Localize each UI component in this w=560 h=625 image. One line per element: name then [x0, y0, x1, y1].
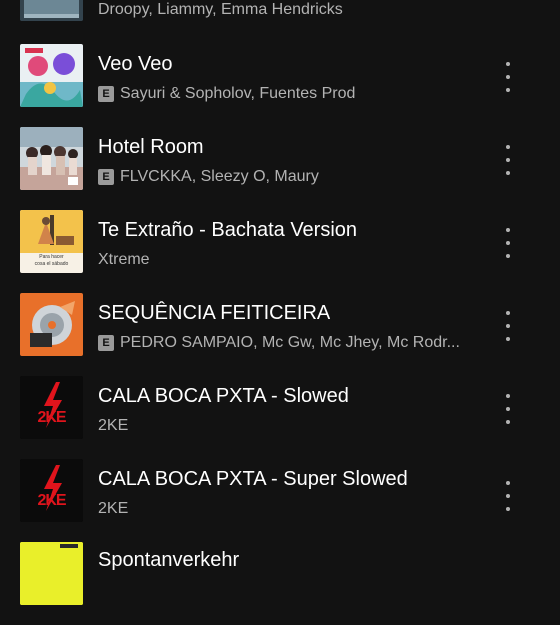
track-title: SEQUÊNCIA FEITICEIRA: [98, 302, 331, 324]
track-title: Veo Veo: [98, 53, 173, 75]
track-artists: E PEDRO SAMPAIO, Mc Gw, Mc Jhey, Mc Rodr…: [98, 333, 460, 353]
track-artists: Xtreme: [98, 250, 150, 270]
album-art: 2KE: [20, 376, 83, 439]
track-row[interactable]: Droopy, Liammy, Emma Hendricks: [0, 0, 560, 41]
track-title: Hotel Room: [98, 136, 204, 158]
artists-text: 2KE: [98, 500, 129, 517]
track-row[interactable]: SEQUÊNCIA FEITICEIRA E PEDRO SAMPAIO, Mc…: [0, 293, 560, 376]
album-art: [20, 293, 83, 356]
track-artists: E Sayuri & Sopholov, Fuentes Prod: [98, 84, 355, 104]
art-caption-line1: Para hacer: [39, 254, 64, 260]
track-row[interactable]: 2KE CALA BOCA PXTA - Slowed 2KE: [0, 376, 560, 459]
track-row[interactable]: Hotel Room E FLVCKKA, Sleezy O, Maury: [0, 127, 560, 210]
album-art: 2KE: [20, 459, 83, 522]
artists-text: Sayuri & Sopholov, Fuentes Prod: [120, 85, 356, 102]
track-list: Droopy, Liammy, Emma Hendricks Veo Veo E…: [0, 0, 560, 605]
track-title: CALA BOCA PXTA - Super Slowed: [98, 468, 408, 490]
album-art: [20, 0, 83, 21]
more-options-icon[interactable]: [496, 228, 520, 258]
album-art: [20, 542, 83, 605]
track-artists: E FLVCKKA, Sleezy O, Maury: [98, 167, 319, 187]
art-caption-line2: cosa el sábado: [34, 261, 69, 267]
explicit-badge: E: [98, 335, 114, 351]
album-art: [20, 127, 83, 190]
track-row[interactable]: Veo Veo E Sayuri & Sopholov, Fuentes Pro…: [0, 44, 560, 127]
track-title: Spontanverkehr: [98, 549, 240, 571]
album-art: [20, 44, 83, 107]
artists-text: PEDRO SAMPAIO, Mc Gw, Mc Jhey, Mc Rodr..…: [120, 334, 460, 351]
track-title: Te Extraño - Bachata Version: [98, 219, 358, 241]
more-options-icon[interactable]: [496, 311, 520, 341]
artists-text: FLVCKKA, Sleezy O, Maury: [120, 168, 319, 185]
art-logo-text: 2KE: [37, 492, 66, 509]
explicit-badge: E: [98, 86, 114, 102]
album-art: Para hacer cosa el sábado: [20, 210, 83, 273]
track-row[interactable]: Para hacer cosa el sábado Te Extraño - B…: [0, 210, 560, 293]
more-options-icon[interactable]: [496, 481, 520, 511]
track-row[interactable]: Spontanverkehr: [0, 542, 560, 625]
artists-text: Droopy, Liammy, Emma Hendricks: [98, 1, 343, 18]
track-row[interactable]: 2KE CALA BOCA PXTA - Super Slowed 2KE: [0, 459, 560, 542]
track-artists: Droopy, Liammy, Emma Hendricks: [98, 0, 343, 20]
art-logo-text: 2KE: [37, 409, 66, 426]
more-options-icon[interactable]: [496, 62, 520, 92]
track-artists: 2KE: [98, 499, 128, 519]
more-options-icon[interactable]: [496, 394, 520, 424]
more-options-icon[interactable]: [496, 145, 520, 175]
track-title: CALA BOCA PXTA - Slowed: [98, 385, 349, 407]
artists-text: 2KE: [98, 417, 129, 434]
explicit-badge: E: [98, 169, 114, 185]
track-artists: 2KE: [98, 416, 128, 436]
artists-text: Xtreme: [98, 251, 150, 268]
